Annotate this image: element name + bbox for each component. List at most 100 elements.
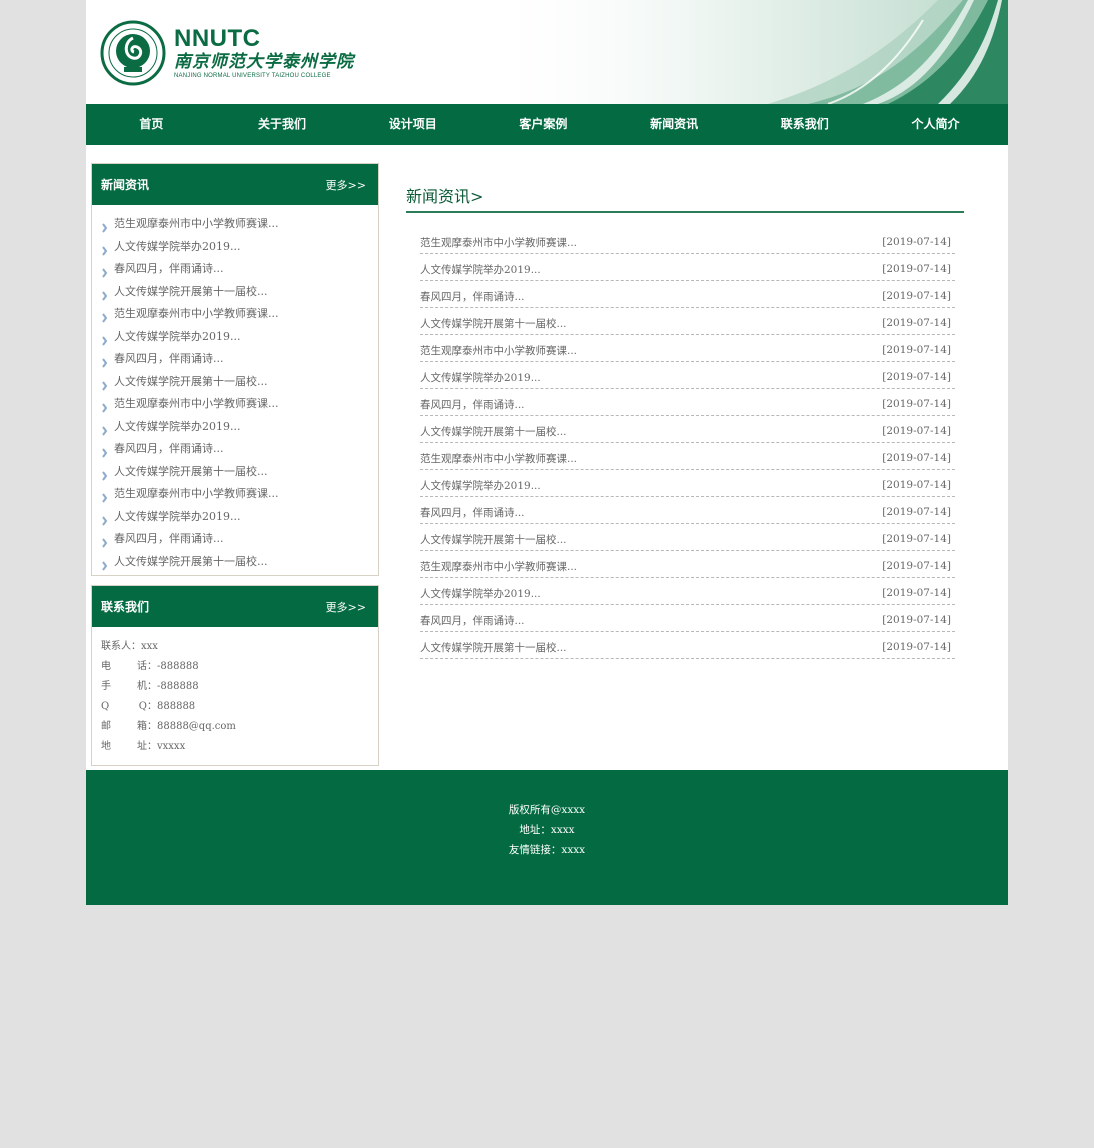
footer-links[interactable]: 友情链接：xxxx: [86, 840, 1008, 860]
news-list-item[interactable]: 范生观摩泰州市中小学教师赛课... [2019-07-14]: [420, 551, 955, 578]
sidebar-news-item[interactable]: 人文传媒学院举办2019...: [102, 416, 378, 439]
sidebar-news-header: 新闻资讯 更多>>: [92, 164, 378, 205]
sidebar-news-item[interactable]: 人文传媒学院开展第十一届校...: [102, 371, 378, 394]
news-list-item[interactable]: 春风四月，伴雨诵诗... [2019-07-14]: [420, 389, 955, 416]
news-list: 范生观摩泰州市中小学教师赛课... [2019-07-14] 人文传媒学院举办201…: [420, 227, 955, 659]
contact-label-char: 址: [137, 741, 147, 752]
site-header: NNUTC 南京师范大学泰州学院 NANJING NORMAL UNIVERSI…: [86, 0, 1008, 104]
news-list-item[interactable]: 春风四月，伴雨诵诗... [2019-07-14]: [420, 605, 955, 632]
double-chevron-bullet-icon: [102, 534, 108, 548]
sidebar-news-item[interactable]: 春风四月，伴雨诵诗...: [102, 438, 378, 461]
news-item-title: 人文传媒学院举办2019...: [420, 263, 541, 276]
news-item-title: 春风四月，伴雨诵诗...: [420, 398, 525, 411]
news-list-item[interactable]: 人文传媒学院举办2019... [2019-07-14]: [420, 254, 955, 281]
news-list-item[interactable]: 人文传媒学院开展第十一届校... [2019-07-14]: [420, 524, 955, 551]
sidebar-news-item-label: 春风四月，伴雨诵诗...: [114, 532, 224, 546]
double-chevron-bullet-icon: [102, 219, 108, 233]
news-item-title: 人文传媒学院举办2019...: [420, 587, 541, 600]
news-list-item[interactable]: 春风四月，伴雨诵诗... [2019-07-14]: [420, 497, 955, 524]
contact-label-char: Q: [138, 701, 147, 712]
footer-copyright: 版权所有@xxxx: [508, 804, 586, 816]
contact-value: ：-888888: [147, 661, 199, 672]
nav-item-projects[interactable]: 设计项目: [347, 104, 478, 145]
nav-item-home[interactable]: 首页: [86, 104, 217, 145]
double-chevron-bullet-icon: [102, 242, 108, 256]
news-list-item[interactable]: 人文传媒学院开展第十一届校... [2019-07-14]: [420, 308, 955, 335]
nav-item-about[interactable]: 关于我们: [217, 104, 348, 145]
contact-row: 电话：-888888: [101, 657, 369, 677]
college-emblem-icon: [100, 20, 166, 86]
double-chevron-bullet-icon: [102, 309, 108, 323]
sidebar-news-item[interactable]: 范生观摩泰州市中小学教师赛课...: [102, 303, 378, 326]
sidebar-news-item[interactable]: 范生观摩泰州市中小学教师赛课...: [102, 393, 378, 416]
news-list-item[interactable]: 范生观摩泰州市中小学教师赛课... [2019-07-14]: [420, 227, 955, 254]
double-chevron-bullet-icon: [102, 332, 108, 346]
news-item-date: [2019-07-14]: [882, 479, 951, 491]
logo-abbreviation: NNUTC: [174, 24, 261, 52]
sidebar-contact-header: 联系我们 更多>>: [92, 586, 378, 627]
contact-row: Q Q ：888888: [101, 697, 369, 717]
sidebar-news-item-label: 人文传媒学院开展第十一届校...: [114, 554, 268, 568]
contact-value: ：888888: [147, 701, 196, 712]
sidebar-news-box: 新闻资讯 更多>> 范生观摩泰州市中小学教师赛课... 人文传媒学院举办2019.…: [91, 163, 379, 576]
news-section-title: 新闻资讯>: [406, 187, 484, 206]
nav-item-profile[interactable]: 个人简介: [870, 104, 1001, 145]
news-list-item[interactable]: 人文传媒学院举办2019... [2019-07-14]: [420, 362, 955, 389]
contact-value: ：88888@qq.com: [147, 721, 236, 732]
sidebar-news-item[interactable]: 春风四月，伴雨诵诗...: [102, 528, 378, 551]
sidebar-news-item[interactable]: 人文传媒学院开展第十一届校...: [102, 281, 378, 304]
news-item-date: [2019-07-14]: [882, 290, 951, 302]
logo-chinese-name: 南京师范大学泰州学院: [174, 51, 354, 72]
news-item-date: [2019-07-14]: [882, 371, 951, 383]
contact-row: 手机：-888888: [101, 677, 369, 697]
news-item-title: 人文传媒学院开展第十一届校...: [420, 533, 567, 546]
sidebar-news-item[interactable]: 范生观摩泰州市中小学教师赛课...: [102, 213, 378, 236]
sidebar-news-item-label: 范生观摩泰州市中小学教师赛课...: [114, 217, 279, 231]
contact-label: QQ: [101, 697, 147, 717]
sidebar-news-item[interactable]: 人文传媒学院举办2019...: [102, 506, 378, 529]
sidebar-news-item-label: 范生观摩泰州市中小学教师赛课...: [114, 307, 279, 321]
nav-item-news[interactable]: 新闻资讯: [609, 104, 740, 145]
sidebar-news-item[interactable]: 春风四月，伴雨诵诗...: [102, 258, 378, 281]
news-item-date: [2019-07-14]: [882, 398, 951, 410]
news-list-item[interactable]: 人文传媒学院举办2019... [2019-07-14]: [420, 470, 955, 497]
sidebar-news-item[interactable]: 人文传媒学院开展第十一届校...: [102, 461, 378, 484]
news-item-title: 春风四月，伴雨诵诗...: [420, 290, 525, 303]
sidebar-news-item-label: 春风四月，伴雨诵诗...: [114, 352, 224, 366]
news-item-date: [2019-07-14]: [882, 641, 951, 653]
news-item-title: 人文传媒学院开展第十一届校...: [420, 317, 567, 330]
sidebar-news-item[interactable]: 人文传媒学院开展第十一届校...: [102, 551, 378, 574]
nav-item-contact[interactable]: 联系我们: [739, 104, 870, 145]
news-list-item[interactable]: 人文传媒学院开展第十一届校... [2019-07-14]: [420, 632, 955, 659]
sidebar-news-item[interactable]: 人文传媒学院举办2019...: [102, 236, 378, 259]
news-list-item[interactable]: 人文传媒学院开展第十一届校... [2019-07-14]: [420, 416, 955, 443]
news-list-item[interactable]: 范生观摩泰州市中小学教师赛课... [2019-07-14]: [420, 335, 955, 362]
page-container: NNUTC 南京师范大学泰州学院 NANJING NORMAL UNIVERSI…: [86, 0, 1008, 905]
contact-label-char: 话: [137, 661, 147, 672]
sidebar-contact-more-link[interactable]: 更多>>: [326, 599, 366, 615]
contact-value: ：xxx: [131, 641, 158, 652]
main-area: 新闻资讯 更多>> 范生观摩泰州市中小学教师赛课... 人文传媒学院举办2019.…: [86, 145, 1008, 770]
news-list-item[interactable]: 人文传媒学院举办2019... [2019-07-14]: [420, 578, 955, 605]
contact-label-char: 联: [101, 641, 111, 652]
contact-label-char: 人: [121, 641, 131, 652]
news-list-item[interactable]: 春风四月，伴雨诵诗... [2019-07-14]: [420, 281, 955, 308]
news-item-date: [2019-07-14]: [882, 425, 951, 437]
sidebar-news-item[interactable]: 人文传媒学院举办2019...: [102, 326, 378, 349]
sidebar-contact-title: 联系我们: [101, 600, 150, 614]
double-chevron-bullet-icon: [102, 512, 108, 526]
contact-label-char: 手: [101, 681, 111, 692]
logo-english-name: NANJING NORMAL UNIVERSITY TAIZHOU COLLEG…: [174, 72, 331, 79]
news-list-item[interactable]: 范生观摩泰州市中小学教师赛课... [2019-07-14]: [420, 443, 955, 470]
news-item-title: 范生观摩泰州市中小学教师赛课...: [420, 452, 578, 465]
sidebar-news-item[interactable]: 范生观摩泰州市中小学教师赛课...: [102, 483, 378, 506]
sidebar-news-item-label: 春风四月，伴雨诵诗...: [114, 442, 224, 456]
nav-item-cases[interactable]: 客户案例: [478, 104, 609, 145]
site-logo[interactable]: NNUTC 南京师范大学泰州学院 NANJING NORMAL UNIVERSI…: [100, 20, 354, 86]
sidebar-news-more-link[interactable]: 更多>>: [326, 177, 366, 193]
sidebar-news-list: 范生观摩泰州市中小学教师赛课... 人文传媒学院举办2019... 春风四月，伴雨诵…: [92, 205, 378, 575]
sidebar-news-item[interactable]: 春风四月，伴雨诵诗...: [102, 348, 378, 371]
contact-info: 联系人：xxx 电话：-888888 手机：-888888 Q Q ：888888 邮箱：8…: [92, 627, 378, 765]
news-item-title: 春风四月，伴雨诵诗...: [420, 614, 525, 627]
double-chevron-bullet-icon: [102, 444, 108, 458]
